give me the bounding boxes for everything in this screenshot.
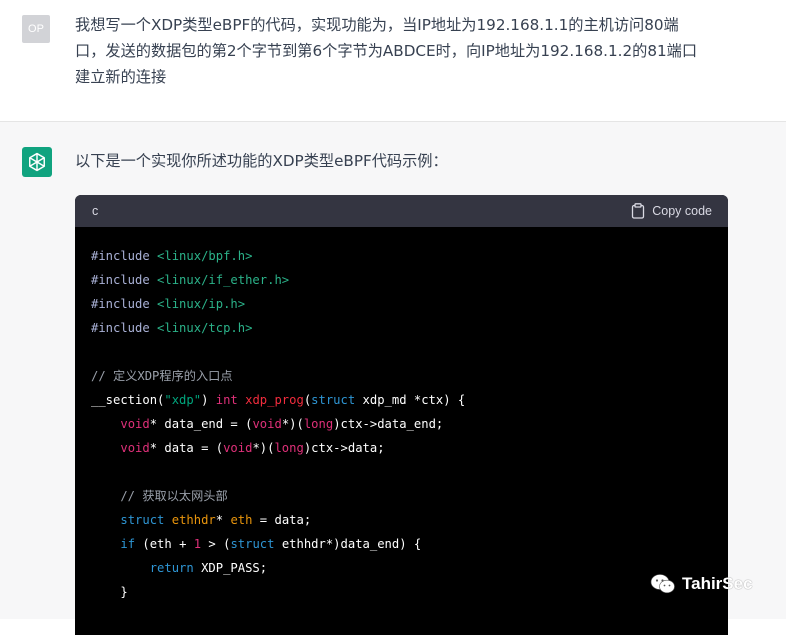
code-token: struct xyxy=(230,537,275,551)
wechat-icon xyxy=(650,574,675,594)
code-token: int xyxy=(215,393,238,407)
code-content: #include <linux/bpf.h> #include <linux/if… xyxy=(75,227,728,604)
code-token: )ctx->data; xyxy=(303,441,385,455)
user-message: OP 我想写一个XDP类型eBPF的代码，实现功能为，当IP地址为192.168… xyxy=(0,0,786,122)
code-line: // 获取以太网头部 xyxy=(91,484,712,508)
code-line: __section("xdp") int xdp_prog(struct xdp… xyxy=(91,388,712,412)
user-avatar: OP xyxy=(22,15,50,43)
code-token: * data = ( xyxy=(149,441,224,455)
code-line: void* data = (void*)(long)ctx->data; xyxy=(91,436,712,460)
code-token: return xyxy=(149,561,194,575)
assistant-message: 以下是一个实现你所述功能的XDP类型eBPF代码示例： c Copy code … xyxy=(0,122,786,635)
code-token: long xyxy=(303,417,334,431)
code-block: c Copy code #include <linux/bpf.h> #inclu… xyxy=(75,195,728,635)
code-line: if (eth + 1 > (struct ethhdr*)data_end) … xyxy=(91,532,712,556)
copy-code-button[interactable]: Copy code xyxy=(631,203,712,219)
code-token: struct xyxy=(311,393,356,407)
code-token: // 定义XDP程序的入口点 xyxy=(91,369,233,383)
watermark-text: TahirSec xyxy=(682,574,753,593)
code-token: XDP_PASS; xyxy=(193,561,268,575)
code-token: )ctx->data_end; xyxy=(333,417,444,431)
user-message-text: 我想写一个XDP类型eBPF的代码，实现功能为，当IP地址为192.168.1.… xyxy=(75,16,698,86)
code-token: ethhdr xyxy=(171,513,216,527)
code-token: *)( xyxy=(281,417,304,431)
user-avatar-initials: OP xyxy=(28,23,44,35)
code-token: void xyxy=(120,441,150,455)
code-token: xdp_md *ctx) { xyxy=(355,393,466,407)
assistant-avatar xyxy=(22,147,52,177)
watermark: TahirSec xyxy=(650,573,753,595)
code-token: "xdp" xyxy=(164,393,202,407)
code-token: > ( xyxy=(201,537,231,551)
code-line: #include <linux/tcp.h> xyxy=(91,316,712,340)
code-token: #include xyxy=(91,273,158,287)
code-line: } xyxy=(91,580,712,604)
code-token: ethhdr*)data_end) { xyxy=(274,537,422,551)
code-line: return XDP_PASS; xyxy=(91,556,712,580)
code-token: <linux/tcp.h> xyxy=(157,321,253,335)
code-token: #include xyxy=(91,297,158,311)
code-token: <linux/if_ether.h> xyxy=(157,273,290,287)
code-token: long xyxy=(274,441,304,455)
code-token: #include xyxy=(91,321,158,335)
code-token: <linux/ip.h> xyxy=(157,297,246,311)
code-token: void xyxy=(223,441,253,455)
code-token: eth xyxy=(230,513,253,527)
code-token: void xyxy=(252,417,282,431)
code-block-header: c Copy code xyxy=(75,195,728,227)
copy-code-label: Copy code xyxy=(652,204,712,218)
code-token: * xyxy=(215,513,231,527)
code-token: } xyxy=(91,585,128,599)
code-token: (eth + xyxy=(135,537,194,551)
code-line: // 定义XDP程序的入口点 xyxy=(91,364,712,388)
code-line: void* data_end = (void*)(long)ctx->data_… xyxy=(91,412,712,436)
code-token: *)( xyxy=(252,441,275,455)
code-token: void xyxy=(120,417,150,431)
code-token: * data_end = ( xyxy=(149,417,253,431)
code-token: = data; xyxy=(252,513,312,527)
code-token: // 获取以太网头部 xyxy=(91,489,228,503)
code-language-label: c xyxy=(92,204,99,218)
code-token: struct xyxy=(120,513,165,527)
code-token: xdp_prog xyxy=(245,393,304,407)
code-token: 1 xyxy=(193,537,202,551)
code-token: ) xyxy=(201,393,216,407)
code-line: #include <linux/ip.h> xyxy=(91,292,712,316)
clipboard-icon xyxy=(632,203,645,219)
code-line: #include <linux/bpf.h> xyxy=(91,244,712,268)
openai-logo-icon xyxy=(29,152,45,172)
code-line: #include <linux/if_ether.h> xyxy=(91,268,712,292)
code-token: __section( xyxy=(91,393,165,407)
code-token: #include xyxy=(91,249,158,263)
code-token: if xyxy=(120,537,136,551)
code-token: <linux/bpf.h> xyxy=(157,249,253,263)
assistant-intro-text: 以下是一个实现你所述功能的XDP类型eBPF代码示例： xyxy=(75,152,448,170)
code-line: struct ethhdr* eth = data; xyxy=(91,508,712,532)
